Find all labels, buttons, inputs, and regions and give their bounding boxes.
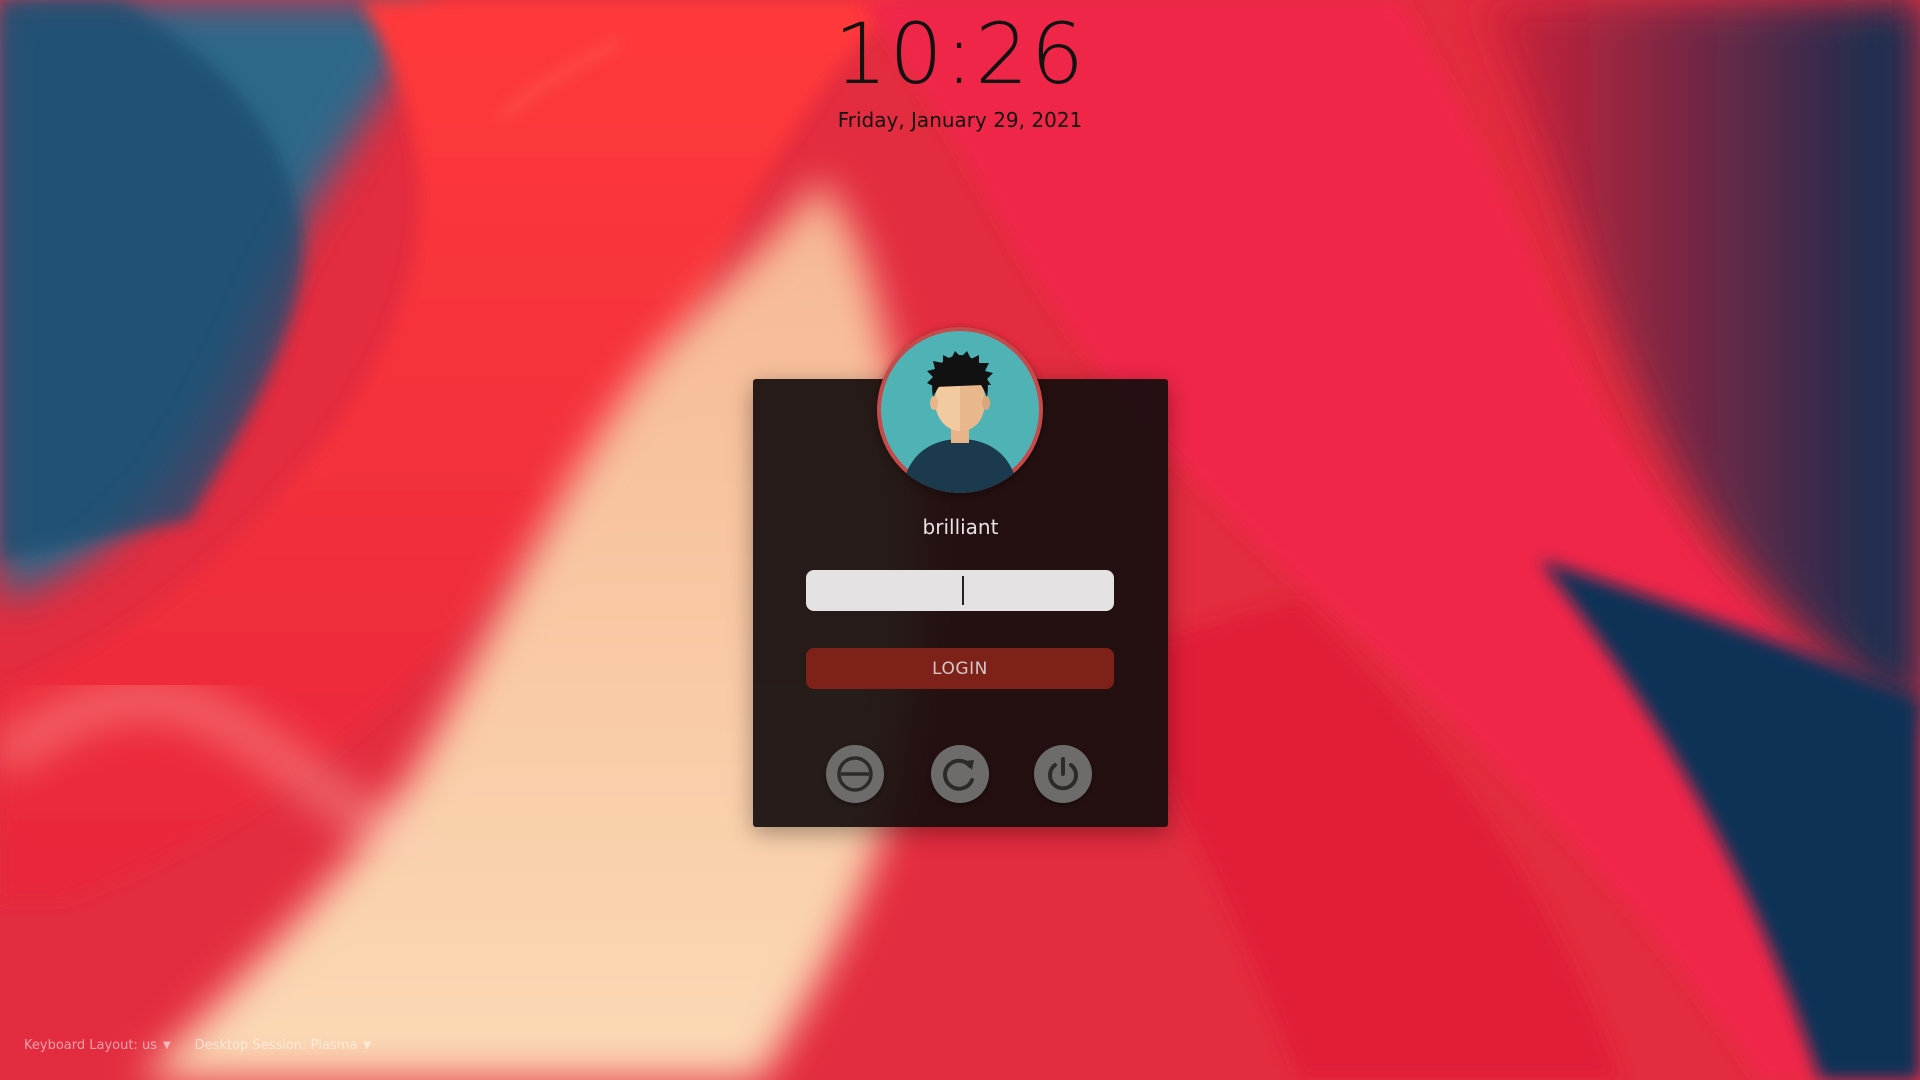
restart-button[interactable] bbox=[931, 745, 989, 803]
login-screen: 10:26 Friday, January 29, 2021 brilliant… bbox=[0, 0, 1920, 1080]
chevron-down-icon: ▼ bbox=[363, 1040, 372, 1051]
restart-icon bbox=[943, 758, 974, 791]
login-button[interactable]: LOGIN bbox=[806, 648, 1114, 689]
suspend-icon bbox=[837, 756, 873, 792]
power-icon bbox=[1048, 757, 1078, 791]
session-label: Desktop Session: Plasma bbox=[194, 1038, 358, 1053]
chevron-down-icon: ▼ bbox=[162, 1040, 171, 1051]
lock-date: Friday, January 29, 2021 bbox=[837, 108, 1083, 132]
user-avatar-icon bbox=[877, 327, 1043, 493]
bottom-bar: Keyboard Layout: us ▼ Desktop Session: P… bbox=[24, 1038, 371, 1053]
shutdown-button[interactable] bbox=[1034, 745, 1092, 803]
suspend-button[interactable] bbox=[826, 745, 884, 803]
lock-clock: 10:26 bbox=[833, 5, 1087, 103]
username-label: brilliant bbox=[922, 515, 999, 539]
keyboard-layout-selector[interactable]: Keyboard Layout: us ▼ bbox=[24, 1038, 171, 1053]
text-cursor bbox=[962, 576, 964, 605]
password-field[interactable] bbox=[806, 570, 1114, 611]
keyboard-layout-label: Keyboard Layout: us bbox=[24, 1038, 157, 1053]
session-selector[interactable]: Desktop Session: Plasma ▼ bbox=[195, 1038, 371, 1053]
password-input[interactable] bbox=[806, 570, 1114, 611]
